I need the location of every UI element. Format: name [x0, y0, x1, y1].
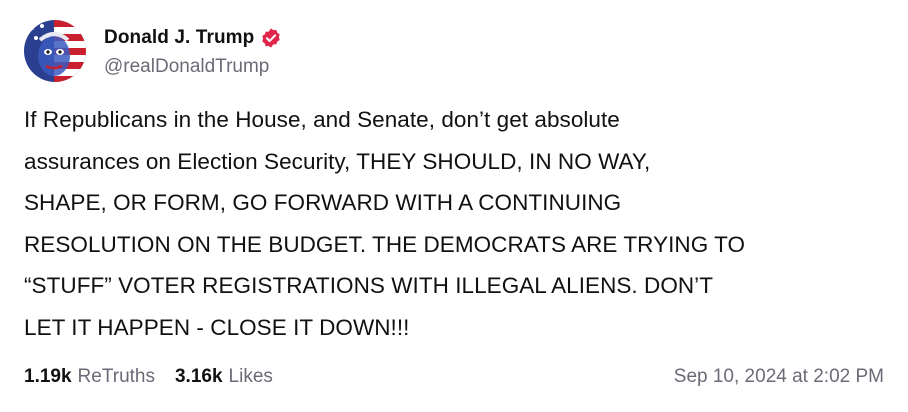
retruths-stat[interactable]: 1.19k ReTruths	[24, 366, 155, 388]
author-names: Donald J. Trump @realDonaldTrump	[104, 24, 282, 78]
retruths-count: 1.19k	[24, 366, 72, 387]
post-header: Donald J. Trump @realDonaldTrump	[24, 20, 282, 82]
likes-count: 3.16k	[174, 366, 223, 387]
avatar[interactable]	[24, 20, 86, 82]
post-timestamp[interactable]: Sep 10, 2024 at 2:02 PM	[674, 366, 884, 388]
likes-label: Likes	[228, 366, 273, 387]
verified-badge-icon	[260, 27, 282, 49]
retruths-label: ReTruths	[77, 366, 155, 387]
display-name-row: Donald J. Trump	[104, 24, 282, 52]
handle[interactable]: @realDonaldTrump	[104, 56, 282, 78]
post-body-text: If Republicans in the House, and Senate,…	[24, 107, 746, 340]
display-name[interactable]: Donald J. Trump	[104, 27, 254, 49]
post-footer: 1.19k ReTruths 3.16k Likes Sep 10, 2024 …	[24, 364, 884, 390]
likes-stat[interactable]: 3.16k Likes	[175, 366, 273, 388]
profile-avatar-flag-portrait	[24, 20, 86, 82]
